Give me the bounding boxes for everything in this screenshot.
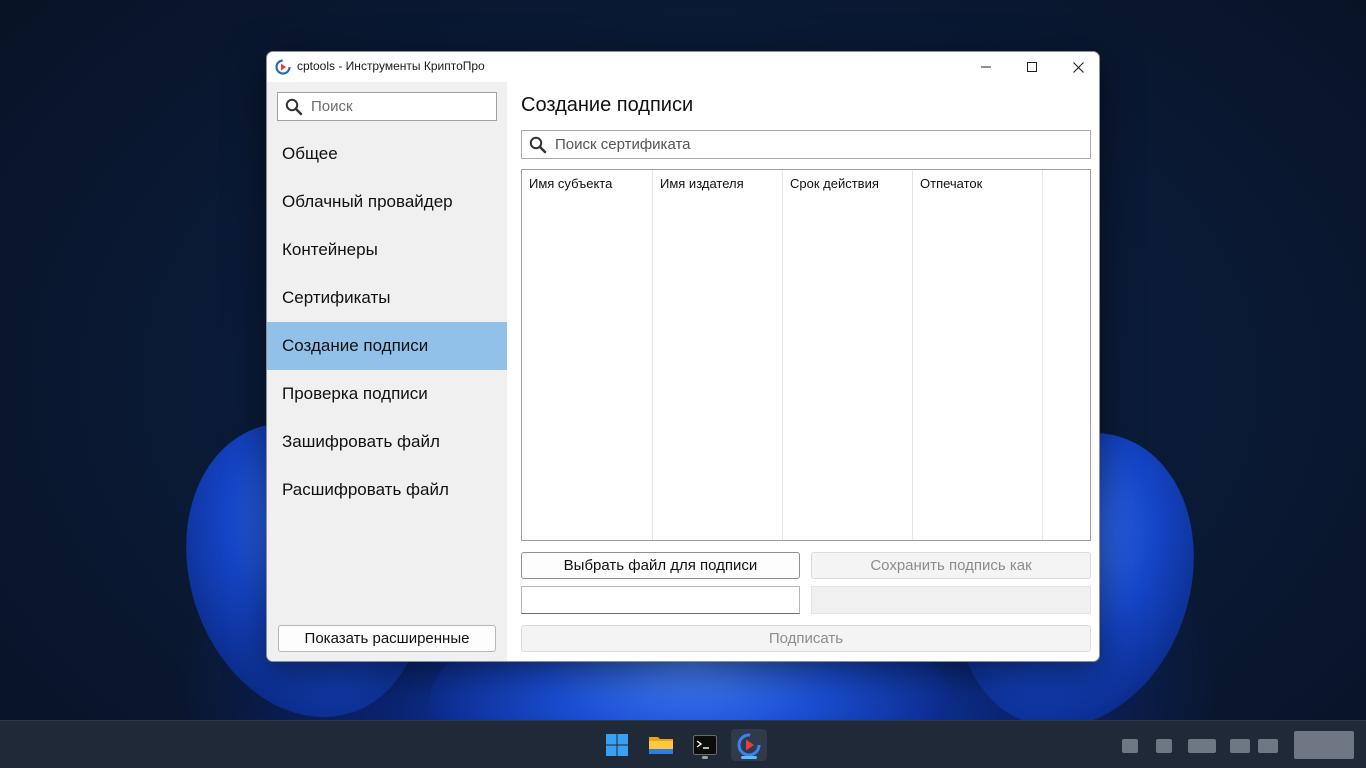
sidebar-item-encrypt-file[interactable]: Зашифровать файл xyxy=(267,418,507,466)
sidebar-item-certificates[interactable]: Сертификаты xyxy=(267,274,507,322)
certificate-search-input[interactable]: Поиск сертификата xyxy=(521,130,1091,159)
minimize-button[interactable] xyxy=(963,52,1009,82)
sidebar-item-containers[interactable]: Контейнеры xyxy=(267,226,507,274)
file-explorer-icon xyxy=(649,737,673,754)
terminal-icon xyxy=(693,735,717,755)
main-panel: Создание подписи Поиск сертификата Имя с… xyxy=(511,82,1099,661)
search-icon xyxy=(285,98,303,120)
certificates-table[interactable]: Имя субъекта Имя издателя Срок действия … xyxy=(521,169,1091,541)
tray-icon[interactable] xyxy=(1258,739,1278,753)
running-indicator xyxy=(702,756,708,759)
column-header-issuer[interactable]: Имя издателя xyxy=(660,176,744,191)
cptools-app-icon xyxy=(737,733,761,757)
cptools-app-icon xyxy=(275,59,291,75)
tray-icon[interactable] xyxy=(1122,739,1138,753)
sidebar-item-general[interactable]: Общее xyxy=(267,130,507,178)
sidebar-item-verify-signature[interactable]: Проверка подписи xyxy=(267,370,507,418)
close-icon xyxy=(1072,61,1084,73)
sidebar-search-input[interactable]: Поиск xyxy=(277,92,497,121)
app-window: cptools - Инструменты КриптоПро Поиск Об… xyxy=(266,51,1100,662)
title-bar[interactable]: cptools - Инструменты КриптоПро xyxy=(267,52,1099,82)
windows-start-button[interactable] xyxy=(599,729,635,761)
column-subject[interactable]: Имя субъекта xyxy=(522,170,653,540)
certificate-search-placeholder: Поиск сертификата xyxy=(555,136,691,153)
window-title: cptools - Инструменты КриптоПро xyxy=(297,59,485,73)
maximize-icon xyxy=(1027,62,1037,72)
sidebar: Поиск Общее Облачный провайдер Контейнер… xyxy=(267,82,507,661)
column-header-thumbprint[interactable]: Отпечаток xyxy=(920,176,982,191)
close-button[interactable] xyxy=(1055,52,1099,82)
system-clock[interactable] xyxy=(1294,731,1354,759)
cptools-taskbar-button[interactable] xyxy=(731,729,767,761)
search-icon xyxy=(529,136,547,158)
tray-icon[interactable] xyxy=(1156,739,1172,753)
sidebar-search-placeholder: Поиск xyxy=(311,98,353,115)
save-path-field[interactable] xyxy=(811,586,1091,614)
column-validity[interactable]: Срок действия xyxy=(783,170,913,540)
active-indicator xyxy=(741,756,757,759)
maximize-button[interactable] xyxy=(1009,52,1055,82)
column-issuer[interactable]: Имя издателя xyxy=(653,170,783,540)
tray-icon[interactable] xyxy=(1188,739,1216,753)
sidebar-item-cloud-provider[interactable]: Облачный провайдер xyxy=(267,178,507,226)
minimize-icon xyxy=(981,66,991,68)
taskbar xyxy=(0,720,1366,768)
sidebar-nav: Общее Облачный провайдер Контейнеры Серт… xyxy=(267,130,507,514)
file-path-field[interactable] xyxy=(521,586,800,614)
sidebar-item-decrypt-file[interactable]: Расшифровать файл xyxy=(267,466,507,514)
choose-file-button[interactable]: Выбрать файл для подписи xyxy=(521,552,800,579)
tray-icon[interactable] xyxy=(1230,739,1250,753)
file-explorer-button[interactable] xyxy=(643,729,679,761)
terminal-button[interactable] xyxy=(687,729,723,761)
page-title: Создание подписи xyxy=(521,94,694,116)
column-header-validity[interactable]: Срок действия xyxy=(790,176,879,191)
windows-start-icon xyxy=(606,734,628,756)
save-signature-as-button[interactable]: Сохранить подпись как xyxy=(811,552,1091,579)
sidebar-item-create-signature[interactable]: Создание подписи xyxy=(267,322,507,370)
show-advanced-button[interactable]: Показать расширенные xyxy=(278,625,496,652)
sign-button[interactable]: Подписать xyxy=(521,625,1091,652)
column-header-subject[interactable]: Имя субъекта xyxy=(529,176,612,191)
column-thumbprint[interactable]: Отпечаток xyxy=(913,170,1043,540)
